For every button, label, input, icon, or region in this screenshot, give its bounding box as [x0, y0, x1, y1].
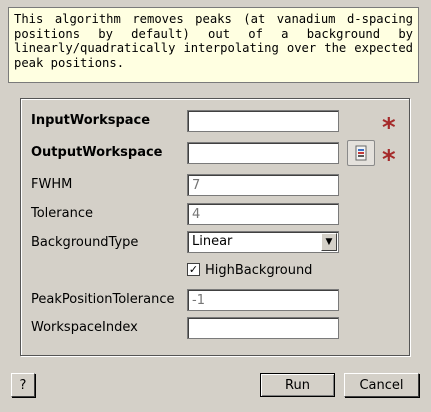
chevron-down-icon[interactable]: ▼	[321, 233, 337, 251]
input-workspace-label: InputWorkspace	[31, 113, 151, 128]
output-workspace-field[interactable]	[187, 142, 339, 164]
workspace-browse-button[interactable]	[347, 140, 375, 166]
high-background-label: HighBackground	[205, 263, 313, 278]
run-button[interactable]: Run	[260, 373, 335, 397]
background-type-label: BackgroundType	[31, 235, 139, 250]
required-star-icon: *	[382, 145, 396, 175]
fwhm-field[interactable]	[187, 174, 339, 196]
required-star-icon: *	[382, 113, 396, 143]
tolerance-label: Tolerance	[31, 206, 93, 221]
algorithm-description: This algorithm removes peaks (at vanadiu…	[8, 7, 419, 83]
tolerance-field[interactable]	[187, 203, 339, 225]
help-button[interactable]: ?	[11, 373, 35, 397]
peak-position-tolerance-field[interactable]	[187, 289, 339, 311]
fwhm-label: FWHM	[31, 177, 73, 192]
output-workspace-label: OutputWorkspace	[31, 145, 163, 160]
background-type-value: Linear	[192, 234, 233, 249]
workspace-index-field[interactable]	[187, 317, 339, 339]
peak-position-tolerance-label: PeakPositionTolerance	[31, 292, 175, 307]
workspace-browse-icon	[355, 145, 367, 161]
input-workspace-field[interactable]	[187, 110, 339, 132]
cancel-button[interactable]: Cancel	[344, 373, 419, 397]
high-background-checkbox[interactable]: ✓	[187, 263, 200, 276]
workspace-index-label: WorkspaceIndex	[31, 320, 138, 335]
background-type-select[interactable]: Linear ▼	[187, 231, 339, 253]
